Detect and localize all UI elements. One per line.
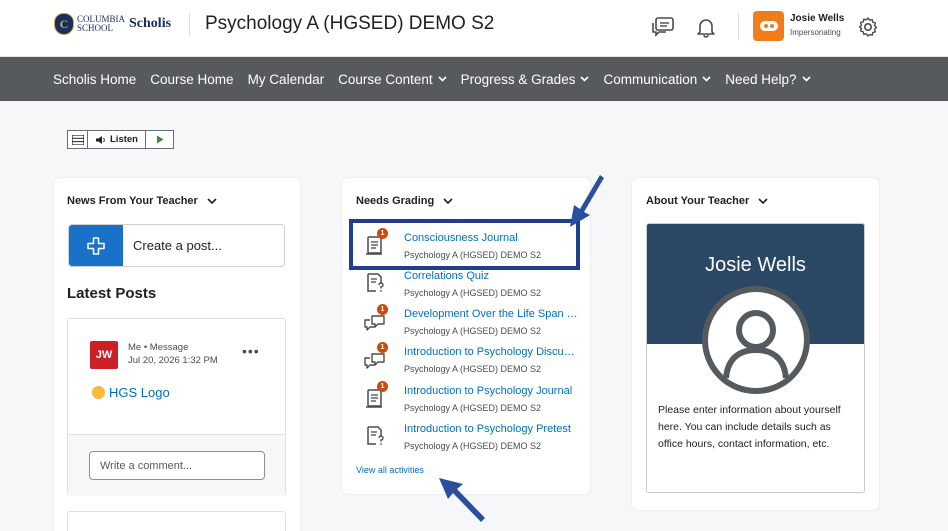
needs-grading-title[interactable]: Needs Grading (356, 195, 453, 207)
grading-item-title[interactable]: Introduction to Psychology Pretest (404, 423, 579, 435)
notification-badge: 1 (377, 342, 388, 353)
grading-item-title[interactable]: Correlations Quiz (404, 270, 579, 282)
avatar-icon[interactable] (753, 11, 784, 41)
top-header: C COLUMBIA SCHOOL Scholis Psychology A (… (0, 0, 948, 57)
profile-placeholder-icon (702, 286, 810, 394)
chevron-down-icon (580, 76, 590, 82)
view-all-activities-link[interactable]: View all activities (356, 465, 424, 475)
school-logo[interactable]: C COLUMBIA SCHOOL Scholis (54, 12, 171, 36)
nav-progress-grades[interactable]: Progress & Grades (461, 72, 590, 87)
header-separator (738, 14, 739, 40)
teacher-description: Please enter information about yourself … (658, 404, 841, 450)
gear-icon[interactable] (855, 14, 881, 40)
chevron-down-icon (702, 76, 711, 82)
grading-item-course: Psychology A (HGSED) DEMO S2 (404, 364, 542, 374)
brand-name: Scholis (129, 16, 172, 31)
comment-input[interactable]: Write a comment... (89, 451, 265, 480)
speaker-icon (96, 135, 105, 144)
nav-course-home[interactable]: Course Home (150, 72, 233, 87)
latest-posts-heading: Latest Posts (67, 285, 157, 302)
highlight-box (349, 219, 580, 270)
notification-badge: 1 (377, 381, 388, 392)
play-icon[interactable] (146, 131, 173, 148)
grading-item[interactable]: Introduction to Psychology Pretest Psych… (362, 419, 582, 455)
grading-item-course: Psychology A (HGSED) DEMO S2 (404, 403, 542, 413)
nav-my-calendar[interactable]: My Calendar (248, 72, 325, 87)
teacher-name: Josie Wells (705, 254, 806, 276)
course-navbar: Scholis Home Course Home My Calendar Cou… (0, 57, 948, 101)
grading-item[interactable]: 1 Development Over the Life Span Discuss… (362, 304, 582, 340)
post-card: JW Me • Message Jul 20, 2026 1:32 PM •••… (67, 318, 286, 496)
create-post-button[interactable]: Create a post... (68, 224, 285, 267)
listen-toolbar: Listen (67, 130, 174, 149)
post-date: Jul 20, 2026 1:32 PM (128, 355, 218, 366)
comment-area: Write a comment... (68, 434, 285, 496)
chevron-down-icon (438, 76, 447, 82)
about-teacher-title[interactable]: About Your Teacher (646, 195, 768, 207)
nav-need-help[interactable]: Need Help? (725, 72, 811, 87)
teacher-profile: Josie Wells Please enter information abo… (646, 223, 865, 493)
emoji-icon (92, 386, 105, 399)
listen-button[interactable]: Listen (88, 131, 146, 148)
grading-item-title[interactable]: Introduction to Psychology Journal (404, 385, 579, 397)
post-link[interactable]: HGS Logo (92, 385, 170, 400)
user-name[interactable]: Josie Wells (790, 13, 844, 24)
course-title[interactable]: Psychology A (HGSED) DEMO S2 (205, 13, 494, 35)
grading-item[interactable]: Correlations Quiz Psychology A (HGSED) D… (362, 266, 582, 302)
more-options-icon[interactable]: ••• (242, 343, 260, 359)
quiz-icon (367, 426, 384, 445)
author-avatar: JW (90, 341, 118, 369)
news-card-title[interactable]: News From Your Teacher (67, 195, 217, 207)
chevron-down-icon (207, 198, 217, 204)
school-crest-icon: C (54, 13, 74, 35)
annotation-arrow-icon (570, 175, 604, 227)
quiz-icon (367, 273, 384, 292)
annotation-arrow-icon (439, 478, 485, 522)
post-author: Me • Message (128, 342, 189, 353)
nav-course-content[interactable]: Course Content (338, 72, 447, 87)
notification-badge: 1 (377, 304, 388, 315)
nav-communication[interactable]: Communication (603, 72, 711, 87)
grading-item-title[interactable]: Development Over the Life Span Discussio… (404, 308, 579, 320)
school-name: COLUMBIA SCHOOL (77, 14, 126, 33)
grading-item-title[interactable]: Introduction to Psychology Discussion (404, 346, 579, 358)
grading-item-course: Psychology A (HGSED) DEMO S2 (404, 288, 542, 298)
chevron-down-icon (801, 76, 811, 82)
grading-item-course: Psychology A (HGSED) DEMO S2 (404, 441, 542, 451)
grading-item[interactable]: 1 Introduction to Psychology Journal Psy… (362, 381, 582, 417)
chevron-down-icon (443, 198, 453, 204)
bell-icon[interactable] (693, 14, 719, 40)
header-divider (189, 14, 190, 36)
user-status: Impersonating (790, 28, 841, 37)
grading-item[interactable]: 1 Introduction to Psychology Discussion … (362, 342, 582, 378)
chevron-down-icon (758, 198, 768, 204)
chat-icon[interactable] (650, 14, 676, 40)
nav-scholis-home[interactable]: Scholis Home (53, 72, 136, 87)
add-post-icon (69, 225, 123, 266)
grading-item-course: Psychology A (HGSED) DEMO S2 (404, 326, 542, 336)
post-card (67, 511, 286, 531)
menu-icon[interactable] (68, 131, 88, 148)
